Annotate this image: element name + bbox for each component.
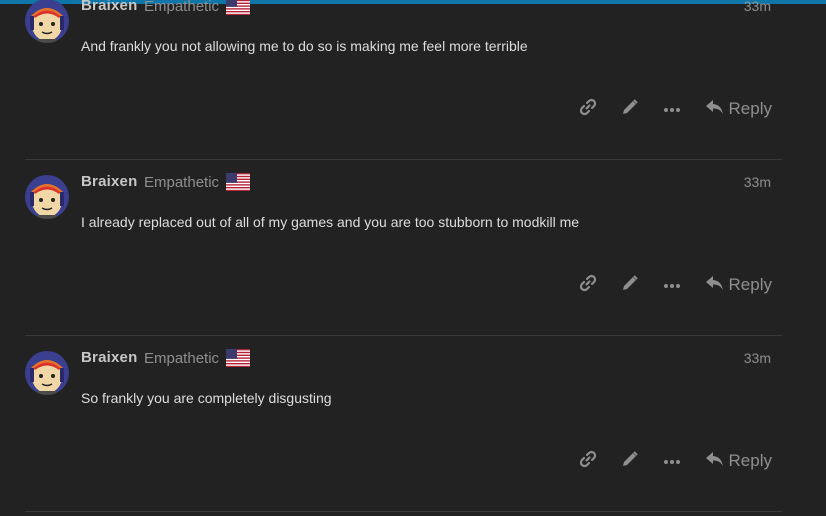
reply-button[interactable]: Reply: [705, 451, 772, 472]
more-actions-button[interactable]: [651, 449, 693, 473]
reply-button[interactable]: Reply: [705, 99, 772, 120]
reply-label: Reply: [728, 451, 772, 470]
pencil-icon: [621, 450, 639, 473]
us-flag-icon: [226, 173, 250, 191]
edit-button[interactable]: [609, 273, 651, 297]
post: Braixen Empathetic 33m And frankly you n…: [25, 0, 782, 160]
us-flag-icon: [226, 0, 250, 15]
link-icon: [579, 450, 597, 473]
ellipsis-icon: [663, 452, 681, 470]
reply-label: Reply: [728, 275, 772, 294]
post-stream: Braixen Empathetic 33m And frankly you n…: [0, 0, 826, 516]
avatar[interactable]: [25, 0, 69, 43]
reply-button[interactable]: Reply: [705, 275, 772, 296]
post-date[interactable]: 33m: [744, 0, 771, 14]
post: Braixen Empathetic 33m I already replace…: [25, 160, 782, 336]
us-flag-icon: [226, 349, 250, 367]
avatar[interactable]: [25, 351, 69, 395]
post-date[interactable]: 33m: [744, 174, 771, 190]
reply-label: Reply: [728, 99, 772, 118]
copy-link-button[interactable]: [567, 273, 609, 297]
user-title: Empathetic: [144, 0, 220, 15]
author-name[interactable]: Braixen: [81, 173, 137, 190]
post-body: I already replaced out of all of my game…: [81, 214, 580, 230]
copy-link-button[interactable]: [567, 97, 609, 121]
user-title: Empathetic: [144, 174, 220, 191]
avatar[interactable]: [25, 175, 69, 219]
ellipsis-icon: [663, 276, 681, 294]
reply-arrow-icon: [705, 275, 729, 296]
pencil-icon: [621, 274, 639, 297]
author-name[interactable]: Braixen: [81, 349, 137, 366]
author-name[interactable]: Braixen: [81, 0, 137, 14]
post-actions: Reply: [567, 273, 772, 297]
post-actions: Reply: [567, 449, 772, 473]
post-actions: Reply: [567, 97, 772, 121]
edit-button[interactable]: [609, 97, 651, 121]
ellipsis-icon: [663, 100, 681, 118]
reply-arrow-icon: [705, 99, 729, 120]
copy-link-button[interactable]: [567, 449, 609, 473]
post-body: So frankly you are completely disgusting: [81, 390, 332, 406]
link-icon: [579, 98, 597, 121]
link-icon: [579, 274, 597, 297]
more-actions-button[interactable]: [651, 273, 693, 297]
post-divider: [25, 511, 782, 512]
more-actions-button[interactable]: [651, 97, 693, 121]
pencil-icon: [621, 98, 639, 121]
post-date[interactable]: 33m: [744, 350, 771, 366]
reply-arrow-icon: [705, 451, 729, 472]
post: Braixen Empathetic 33m So frankly you ar…: [25, 336, 782, 512]
user-title: Empathetic: [144, 350, 220, 367]
edit-button[interactable]: [609, 449, 651, 473]
post-body: And frankly you not allowing me to do so…: [81, 38, 528, 54]
